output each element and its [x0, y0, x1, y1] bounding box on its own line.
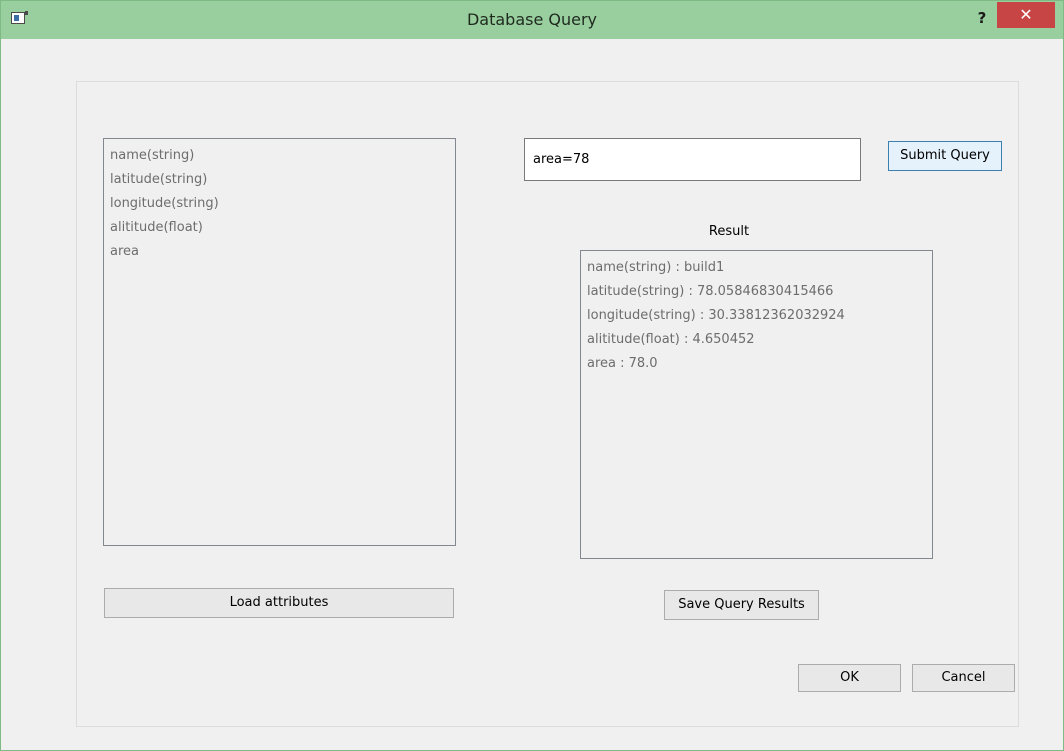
ok-button[interactable]: OK	[798, 664, 901, 692]
save-query-results-button[interactable]: Save Query Results	[664, 590, 819, 620]
result-item[interactable]: alititude(float) : 4.650452	[587, 328, 926, 352]
help-button[interactable]: ?	[971, 7, 993, 29]
submit-query-button[interactable]: Submit Query	[888, 141, 1002, 171]
result-item[interactable]: latitude(string) : 78.05846830415466	[587, 280, 926, 304]
result-item[interactable]: area : 78.0	[587, 352, 926, 376]
database-query-window: Database Query ? ✕ name(string) latitude…	[0, 0, 1064, 751]
load-attributes-button[interactable]: Load attributes	[104, 588, 454, 618]
list-item[interactable]: latitude(string)	[110, 168, 449, 192]
result-item[interactable]: longitude(string) : 30.33812362032924	[587, 304, 926, 328]
query-input[interactable]	[524, 138, 861, 181]
window-title: Database Query	[466, 10, 598, 29]
list-item[interactable]: area	[110, 240, 449, 264]
list-item[interactable]: longitude(string)	[110, 192, 449, 216]
close-button[interactable]: ✕	[997, 2, 1055, 28]
list-item[interactable]: alititude(float)	[110, 216, 449, 240]
attributes-list[interactable]: name(string) latitude(string) longitude(…	[103, 138, 456, 546]
result-label: Result	[708, 224, 750, 239]
title-bar[interactable]: Database Query ? ✕	[1, 1, 1063, 39]
result-list[interactable]: name(string) : build1 latitude(string) :…	[580, 250, 933, 559]
list-item[interactable]: name(string)	[110, 144, 449, 168]
cancel-button[interactable]: Cancel	[912, 664, 1015, 692]
result-item[interactable]: name(string) : build1	[587, 256, 926, 280]
